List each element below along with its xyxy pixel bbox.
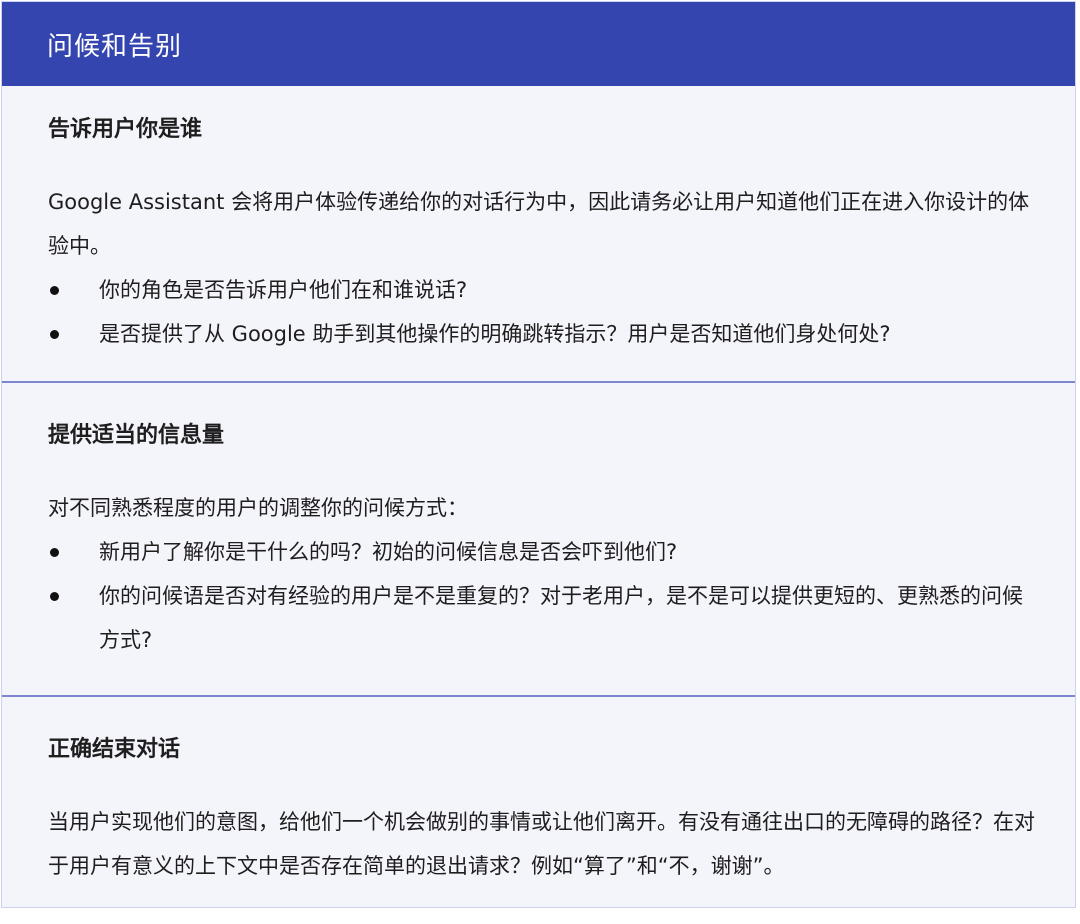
- bullet-dot-icon: [50, 286, 59, 295]
- checklist-card: 问候和告别 告诉用户你是谁 Google Assistant 会将用户体验传递给…: [1, 1, 1076, 908]
- bullet-text: 是否提供了从 Google 助手到其他操作的明确跳转指示？用户是否知道他们身处何…: [99, 322, 891, 346]
- section-intro: 当用户实现他们的意图，给他们一个机会做别的事情或让他们离开。有没有通往出口的无障…: [48, 810, 1035, 878]
- section-introduce-yourself: 告诉用户你是谁 Google Assistant 会将用户体验传递给你的对话行为…: [2, 86, 1075, 381]
- bullet-list: 新用户了解你是干什么的吗？初始的问候信息是否会吓到他们? 你的问候语是否对有经验…: [48, 530, 1039, 662]
- bullet-text: 你的问候语是否对有经验的用户是不是重复的？对于老用户，是不是可以提供更短的、更熟…: [99, 584, 1023, 652]
- bullet-item: 新用户了解你是干什么的吗？初始的问候信息是否会吓到他们?: [48, 530, 1039, 574]
- bullet-item: 你的问候语是否对有经验的用户是不是重复的？对于老用户，是不是可以提供更短的、更熟…: [48, 574, 1039, 662]
- bullet-dot-icon: [50, 592, 59, 601]
- bullet-list: 你的角色是否告诉用户他们在和谁说话? 是否提供了从 Google 助手到其他操作…: [48, 268, 1039, 356]
- bullet-text: 新用户了解你是干什么的吗？初始的问候信息是否会吓到他们?: [99, 540, 678, 564]
- bullet-text: 你的角色是否告诉用户他们在和谁说话?: [99, 278, 468, 302]
- section-information-amount: 提供适当的信息量 对不同熟悉程度的用户的调整你的问候方式： 新用户了解你是干什么…: [2, 383, 1075, 695]
- section-intro: 对不同熟悉程度的用户的调整你的问候方式：: [48, 496, 468, 520]
- header-title: 问候和告别: [47, 31, 183, 62]
- bullet-dot-icon: [50, 548, 59, 557]
- section-intro: Google Assistant 会将用户体验传递给你的对话行为中，因此请务必让…: [48, 190, 1030, 258]
- section-end-conversation: 正确结束对话 当用户实现他们的意图，给他们一个机会做别的事情或让他们离开。有没有…: [2, 697, 1075, 888]
- bullet-item: 是否提供了从 Google 助手到其他操作的明确跳转指示？用户是否知道他们身处何…: [48, 312, 1039, 356]
- section-title: 提供适当的信息量: [48, 423, 225, 448]
- bullet-item: 你的角色是否告诉用户他们在和谁说话?: [48, 268, 1039, 312]
- bullet-dot-icon: [50, 330, 59, 339]
- section-title: 告诉用户你是谁: [48, 117, 203, 142]
- section-title: 正确结束对话: [48, 737, 181, 762]
- card-header: 问候和告别: [2, 2, 1075, 86]
